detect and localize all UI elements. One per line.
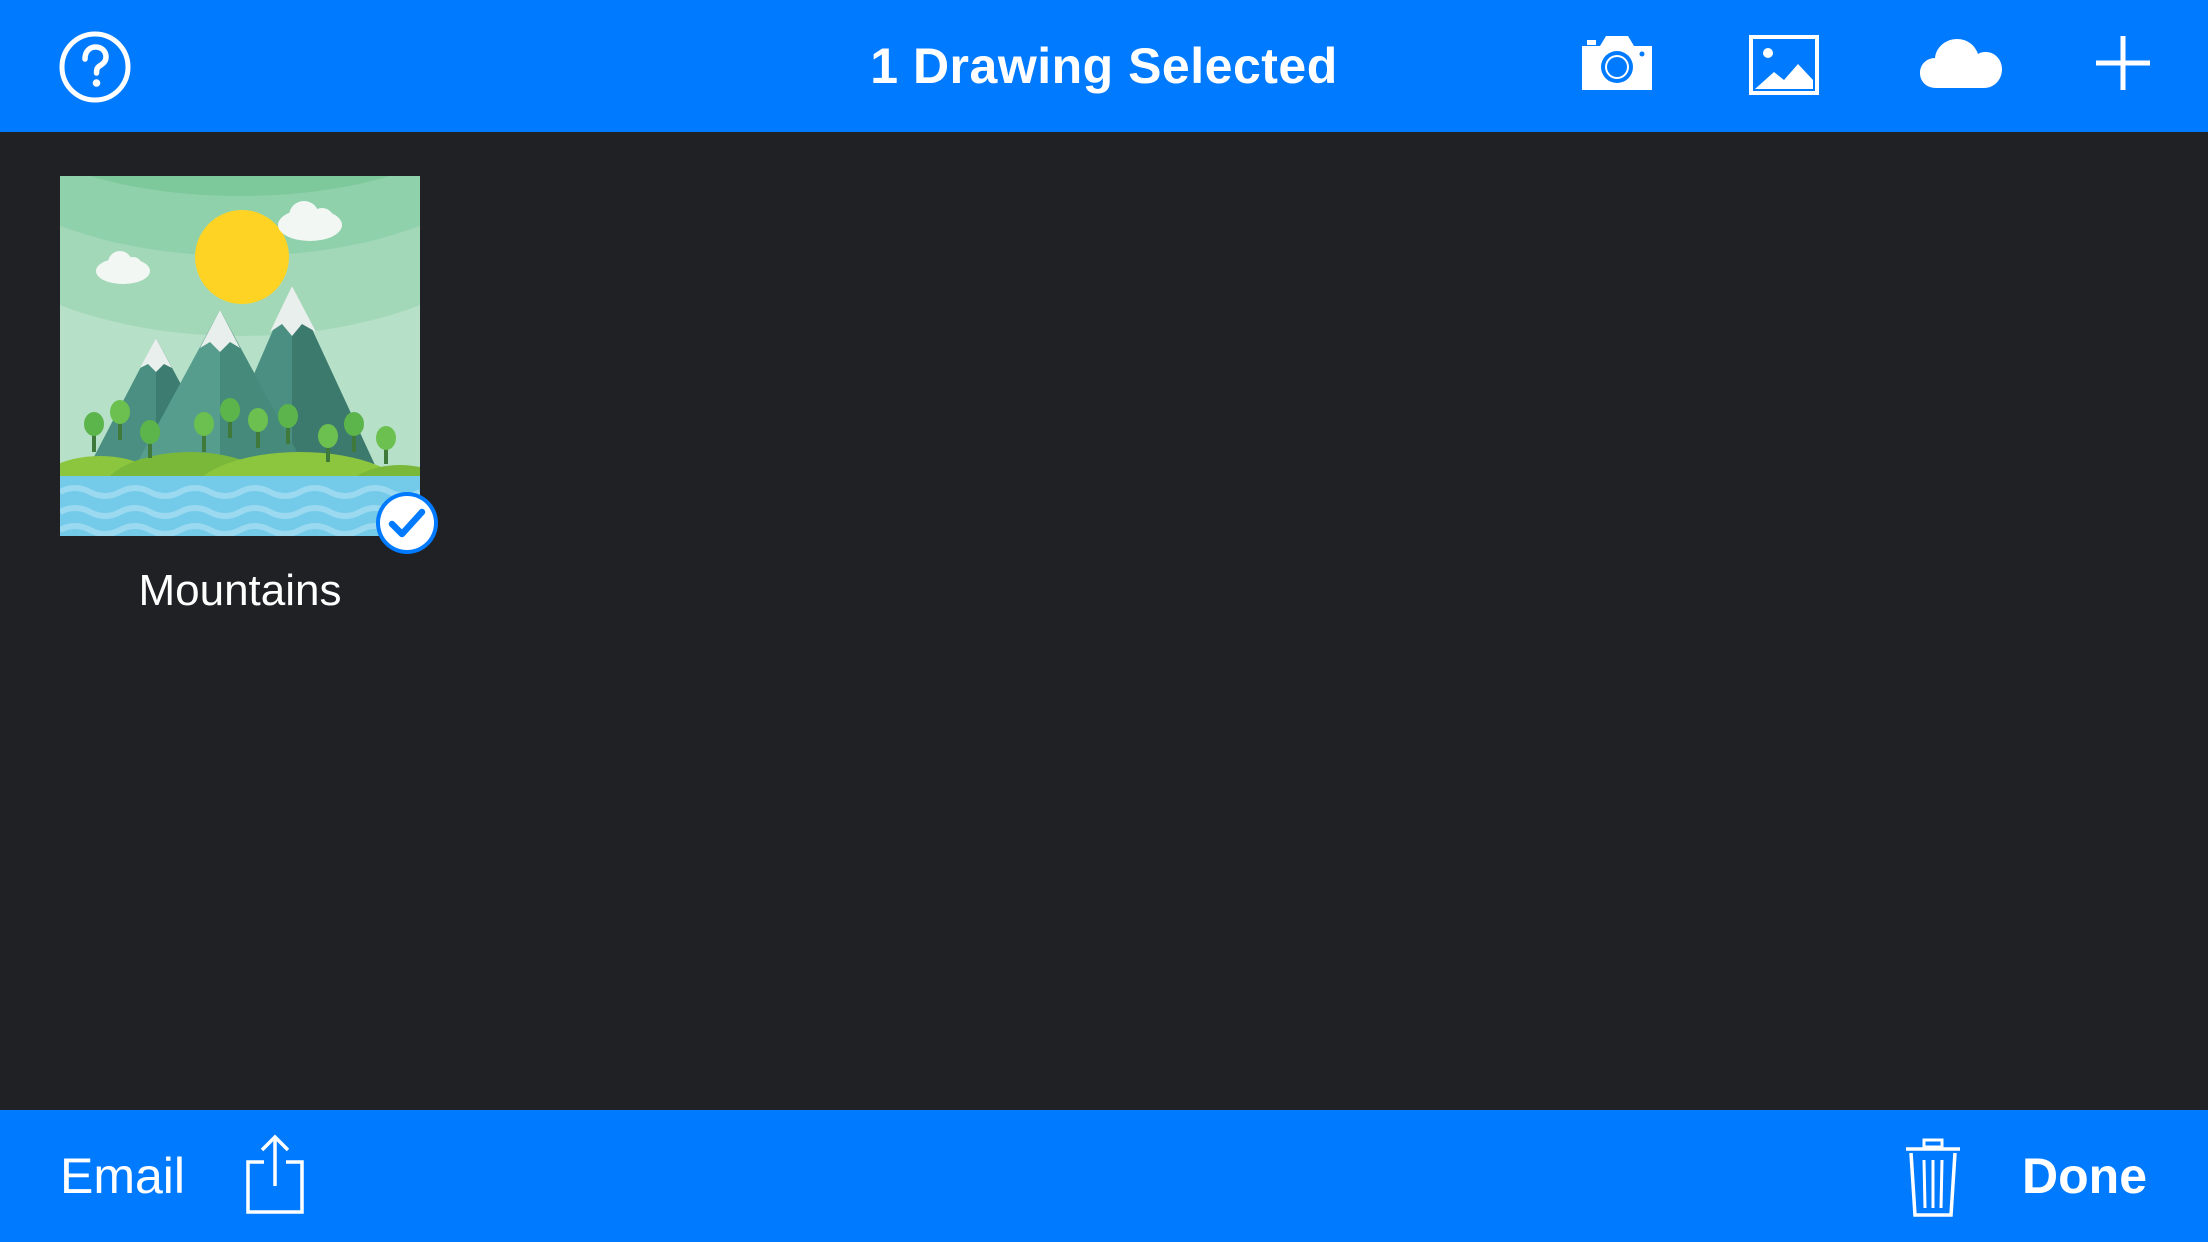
selected-checkmark-badge [374, 490, 440, 556]
add-button[interactable] [2094, 34, 2152, 92]
drawing-tile-mountains[interactable]: Mountains [58, 176, 442, 636]
app-screen: 1 Drawing Selected Mountains Email Done [0, 0, 2208, 1242]
page-title: 1 Drawing Selected [870, 38, 1338, 94]
checkmark-icon [376, 492, 438, 554]
photo-library-button[interactable] [1748, 34, 1820, 96]
photo-library-icon [1749, 35, 1819, 95]
drawing-title: Mountains [138, 566, 342, 615]
drawings-gallery: Mountains [0, 132, 2208, 1110]
done-button[interactable]: Done [2022, 1110, 2147, 1242]
camera-icon [1582, 36, 1652, 90]
delete-button[interactable] [1904, 1138, 1962, 1218]
share-button[interactable] [244, 1134, 306, 1216]
mountain-landscape-thumbnail [60, 176, 420, 536]
cloud-icon [1920, 39, 2002, 88]
drawing-thumbnail[interactable] [60, 176, 420, 536]
trash-icon [1906, 1138, 1960, 1217]
email-button[interactable]: Email [60, 1110, 185, 1242]
top-navigation-bar: 1 Drawing Selected [0, 0, 2208, 132]
bottom-toolbar: Email Done [0, 1110, 2208, 1242]
share-icon [246, 1134, 304, 1214]
camera-button[interactable] [1578, 30, 1656, 96]
cloud-button[interactable] [1918, 36, 2004, 92]
plus-icon [2096, 36, 2150, 90]
